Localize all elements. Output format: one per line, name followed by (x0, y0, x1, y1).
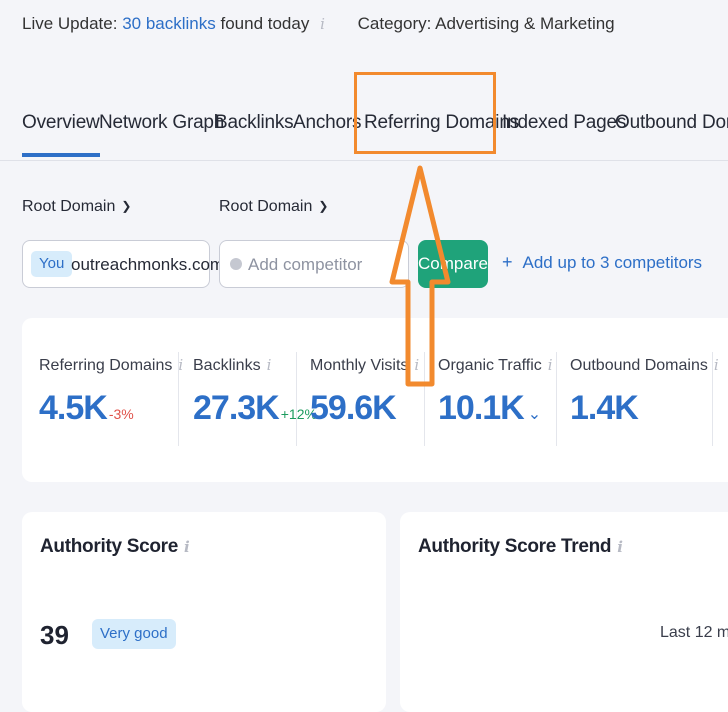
metric-value: 1.4K (570, 389, 639, 427)
page: Live Update: 30 backlinks found today i … (0, 0, 728, 712)
live-update-prefix: Live Update: (22, 14, 118, 33)
metric-label: Monthly Visits i (310, 356, 420, 374)
authority-score-value: 39 (40, 620, 69, 650)
you-badge: You (31, 251, 73, 277)
info-icon[interactable]: i (414, 356, 419, 374)
tab-indexed-pages[interactable]: Indexed Pages (502, 112, 626, 134)
info-icon[interactable]: i (178, 356, 183, 374)
metrics-card: Referring Domains i 4.5K -3% Backlinks i 27… (22, 318, 728, 482)
referring-domains-highlight (354, 72, 496, 154)
tab-outbound-domains[interactable]: Outbound Domai (615, 112, 728, 134)
info-icon[interactable]: i (267, 356, 272, 374)
authority-score-trend-title: Authority Score Trend i (418, 536, 623, 557)
metric-value: 10.1K ⌄ (438, 389, 541, 427)
domain-value: outreachmonks.com (71, 255, 225, 274)
add-competitors-label: Add up to 3 competitors (522, 253, 703, 272)
authority-score-title: Authority Score i (40, 536, 190, 557)
authority-score-trend-card: Authority Score Trendi Last 12 mor (400, 512, 728, 712)
info-icon[interactable]: i (320, 15, 325, 33)
metric-referring-domains[interactable]: Referring Domains i 4.5K -3% (39, 356, 183, 428)
metric-monthly-visits[interactable]: Monthly Visits i 59.6K (310, 356, 419, 428)
metric-divider (178, 352, 179, 446)
period-selector[interactable]: Last 12 mor (660, 624, 728, 642)
metric-value: 59.6K (310, 389, 397, 427)
info-icon[interactable]: i (548, 356, 553, 374)
backlinks-found-link[interactable]: 30 backlinks (122, 14, 216, 33)
info-icon[interactable]: i (184, 538, 190, 556)
info-icon[interactable]: i (714, 356, 719, 374)
tab-network-graph[interactable]: Network Graph (99, 112, 224, 134)
category-label: Category: Advertising & Marketing (357, 14, 615, 33)
metric-label: Outbound Domains i (570, 356, 719, 374)
metric-outbound-domains[interactable]: Outbound Domains i 1.4K (570, 356, 719, 428)
tab-anchors[interactable]: Anchors (293, 112, 362, 134)
metric-label: Backlinks i (193, 356, 272, 374)
live-update-suffix: found today (220, 14, 310, 33)
add-competitors-link[interactable]: + Add up to 3 competitors (502, 252, 702, 273)
metric-organic-traffic[interactable]: Organic Traffic i 10.1K ⌄ (438, 356, 553, 428)
metric-divider (556, 352, 557, 446)
competitor-input[interactable]: Add competitor (219, 240, 409, 288)
root-domain-dropdown-label: Root Domain (22, 198, 116, 215)
info-icon[interactable]: i (617, 538, 623, 556)
metric-value: 4.5K -3% (39, 389, 134, 427)
competitor-root-domain-dropdown[interactable]: Root Domain ❯ (219, 198, 328, 216)
metric-divider (424, 352, 425, 446)
metric-label: Organic Traffic i (438, 356, 553, 374)
metric-backlinks[interactable]: Backlinks i 27.3K +12% (193, 356, 317, 428)
metric-label: Referring Domains i (39, 356, 184, 374)
competitor-placeholder: Add competitor (248, 255, 363, 274)
root-domain-dropdown[interactable]: Root Domain ❯ (22, 198, 131, 216)
chevron-down-icon: ❯ (318, 199, 329, 213)
live-update-bar: Live Update: 30 backlinks found today i … (22, 14, 615, 34)
metric-divider (296, 352, 297, 446)
authority-score-card: Authority Score i 39 Very good (22, 512, 386, 712)
tab-backlinks[interactable]: Backlinks (215, 112, 294, 134)
chevron-down-icon: ❯ (121, 199, 132, 213)
tab-overview[interactable]: Overview (22, 112, 100, 157)
compare-button[interactable]: Compare (418, 240, 488, 288)
metric-divider (712, 352, 713, 446)
plus-icon: + (502, 252, 513, 272)
authority-score-badge: Very good (92, 619, 176, 649)
metric-delta: -3% (108, 406, 134, 422)
domain-input[interactable]: You outreachmonks.com (22, 240, 224, 288)
competitor-root-domain-dropdown-label: Root Domain (219, 198, 313, 215)
metric-value: 27.3K +12% (193, 389, 317, 427)
competitor-dot-icon (230, 258, 242, 270)
chevron-down-icon[interactable]: ⌄ (528, 406, 541, 423)
